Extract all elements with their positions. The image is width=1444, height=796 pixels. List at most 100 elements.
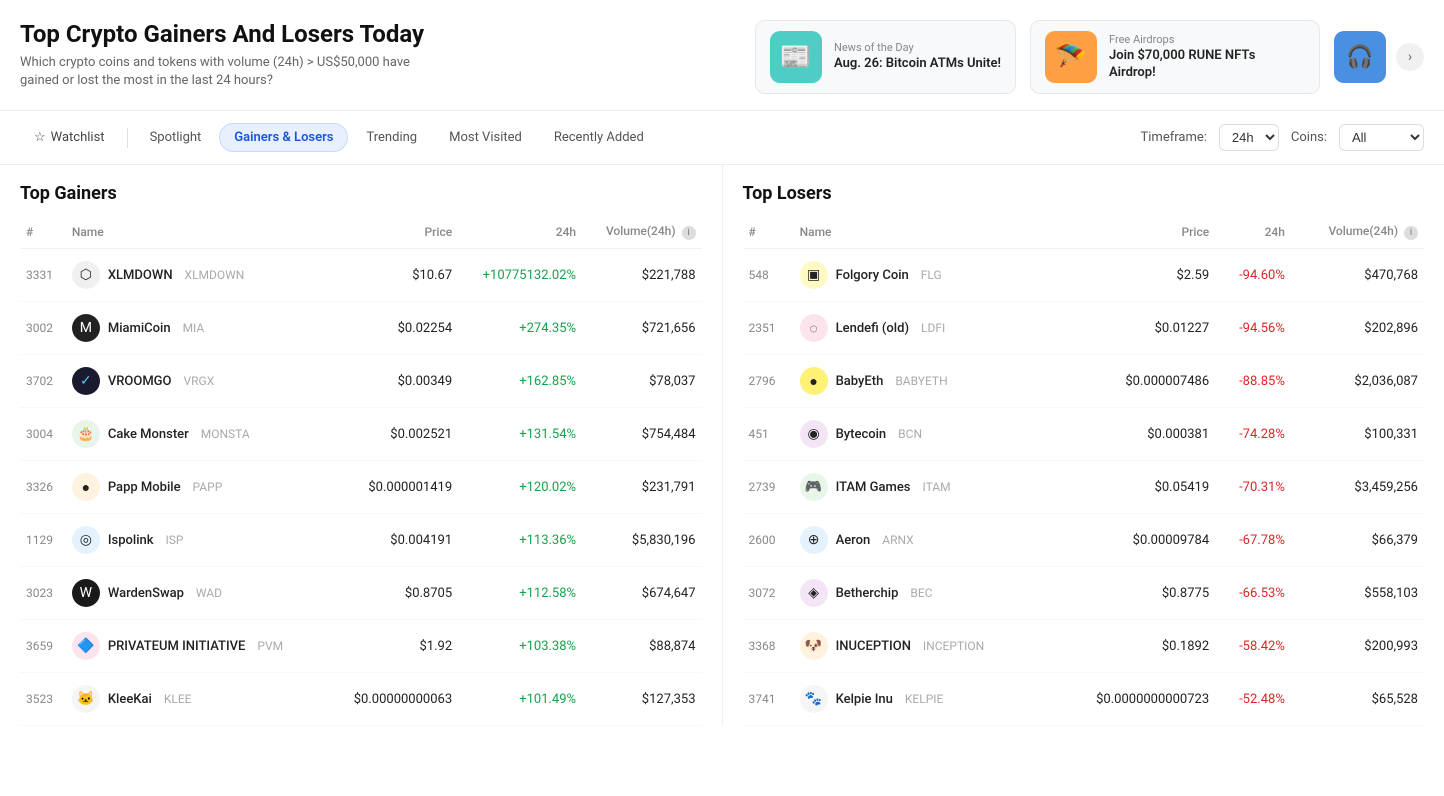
gainer-price-7: $1.92 bbox=[328, 620, 458, 673]
loser-price-6: $0.8775 bbox=[1051, 567, 1215, 620]
gainer-name-6: W WardenSwap WAD bbox=[66, 567, 329, 620]
loser-name-7: 🐶 INUCEPTION INCEPTION bbox=[794, 620, 1052, 673]
loser-symbol-6: BEC bbox=[910, 586, 932, 600]
gainers-row-2[interactable]: 3702 ✓ VROOMGO VRGX $0.00349 +162.85% $7… bbox=[20, 355, 702, 408]
gainer-rank-1: 3002 bbox=[20, 302, 66, 355]
news-card-2-title: Join $70,000 RUNE NFTs Airdrop! bbox=[1109, 48, 1305, 82]
news-card-1-label: News of the Day bbox=[834, 41, 1001, 54]
loser-volume-4: $3,459,256 bbox=[1291, 461, 1424, 514]
news-cards: 📰 News of the Day Aug. 26: Bitcoin ATMs … bbox=[755, 20, 1424, 94]
gainer-coinname-2: VROOMGO bbox=[108, 374, 172, 389]
loser-change-3: -74.28% bbox=[1215, 408, 1291, 461]
gainers-col-24h: 24h bbox=[458, 216, 582, 249]
gainer-rank-2: 3702 bbox=[20, 355, 66, 408]
gainer-symbol-1: MIA bbox=[183, 321, 205, 335]
loser-coinname-7: INUCEPTION bbox=[836, 639, 911, 654]
gainer-coinname-6: WardenSwap bbox=[108, 586, 184, 601]
tab-most-visited[interactable]: Most Visited bbox=[435, 124, 536, 151]
page-title: Top Crypto Gainers And Losers Today bbox=[20, 20, 735, 48]
loser-coinname-5: Aeron bbox=[836, 533, 871, 548]
header-section: Top Crypto Gainers And Losers Today Whic… bbox=[0, 0, 1444, 111]
gainer-symbol-7: PVM bbox=[257, 639, 283, 653]
gainer-rank-7: 3659 bbox=[20, 620, 66, 673]
loser-volume-3: $100,331 bbox=[1291, 408, 1424, 461]
loser-price-2: $0.000007486 bbox=[1051, 355, 1215, 408]
losers-row-6[interactable]: 3072 ◈ Betherchip BEC $0.8775 -66.53% $5… bbox=[743, 567, 1425, 620]
loser-change-6: -66.53% bbox=[1215, 567, 1291, 620]
gainer-coinname-7: PRIVATEUM INITIATIVE bbox=[108, 639, 246, 654]
gainer-icon-4: ● bbox=[72, 473, 100, 501]
gainers-row-3[interactable]: 3004 🎂 Cake Monster MONSTA $0.002521 +13… bbox=[20, 408, 702, 461]
losers-row-2[interactable]: 2796 ● BabyEth BABYETH $0.000007486 -88.… bbox=[743, 355, 1425, 408]
loser-volume-6: $558,103 bbox=[1291, 567, 1424, 620]
gainer-icon-7: 🔷 bbox=[72, 632, 100, 660]
news-card-1-text: News of the Day Aug. 26: Bitcoin ATMs Un… bbox=[834, 41, 1001, 73]
news-card-1[interactable]: 📰 News of the Day Aug. 26: Bitcoin ATMs … bbox=[755, 20, 1016, 94]
gainer-rank-5: 1129 bbox=[20, 514, 66, 567]
gainer-name-4: ● Papp Mobile PAPP bbox=[66, 461, 329, 514]
loser-symbol-7: INCEPTION bbox=[923, 639, 984, 653]
loser-icon-5: ⊕ bbox=[800, 526, 828, 554]
tabs-row: ☆ Watchlist Spotlight Gainers & Losers T… bbox=[0, 111, 1444, 165]
coins-select[interactable]: All Top 100 bbox=[1339, 124, 1424, 151]
gainers-row-6[interactable]: 3023 W WardenSwap WAD $0.8705 +112.58% $… bbox=[20, 567, 702, 620]
loser-icon-6: ◈ bbox=[800, 579, 828, 607]
gainer-name-0: ⬡ XLMDOWN XLMDOWN bbox=[66, 249, 329, 302]
losers-row-5[interactable]: 2600 ⊕ Aeron ARNX $0.00009784 -67.78% $6… bbox=[743, 514, 1425, 567]
losers-volume-info-icon[interactable]: i bbox=[1404, 226, 1418, 240]
gainers-row-0[interactable]: 3331 ⬡ XLMDOWN XLMDOWN $10.67 +10775132.… bbox=[20, 249, 702, 302]
news-card-2[interactable]: 🪂 Free Airdrops Join $70,000 RUNE NFTs A… bbox=[1030, 20, 1320, 94]
loser-rank-6: 3072 bbox=[743, 567, 794, 620]
loser-volume-5: $66,379 bbox=[1291, 514, 1424, 567]
timeframe-select[interactable]: 24h 7d 30d bbox=[1219, 124, 1279, 151]
gainers-row-7[interactable]: 3659 🔷 PRIVATEUM INITIATIVE PVM $1.92 +1… bbox=[20, 620, 702, 673]
loser-change-0: -94.60% bbox=[1215, 249, 1291, 302]
tab-watchlist[interactable]: ☆ Watchlist bbox=[20, 124, 119, 151]
gainers-row-1[interactable]: 3002 M MiamiCoin MIA $0.02254 +274.35% $… bbox=[20, 302, 702, 355]
gainers-row-8[interactable]: 3523 🐱 KleeKai KLEE $0.00000000063 +101.… bbox=[20, 673, 702, 726]
gainer-name-7: 🔷 PRIVATEUM INITIATIVE PVM bbox=[66, 620, 329, 673]
gainer-name-8: 🐱 KleeKai KLEE bbox=[66, 673, 329, 726]
timeframe-label: Timeframe: bbox=[1141, 130, 1207, 145]
losers-row-8[interactable]: 3741 🐾 Kelpie Inu KELPIE $0.000000000072… bbox=[743, 673, 1425, 726]
gainer-price-2: $0.00349 bbox=[328, 355, 458, 408]
loser-coinname-1: Lendefi (old) bbox=[836, 321, 909, 336]
gainer-change-0: +10775132.02% bbox=[458, 249, 582, 302]
gainer-rank-0: 3331 bbox=[20, 249, 66, 302]
gainer-icon-5: ◎ bbox=[72, 526, 100, 554]
gainers-row-5[interactable]: 1129 ◎ Ispolink ISP $0.004191 +113.36% $… bbox=[20, 514, 702, 567]
gainer-coinname-8: KleeKai bbox=[108, 692, 152, 707]
loser-price-7: $0.1892 bbox=[1051, 620, 1215, 673]
loser-volume-8: $65,528 bbox=[1291, 673, 1424, 726]
gainer-change-2: +162.85% bbox=[458, 355, 582, 408]
loser-rank-0: 548 bbox=[743, 249, 794, 302]
losers-row-0[interactable]: 548 ▣ Folgory Coin FLG $2.59 -94.60% $47… bbox=[743, 249, 1425, 302]
loser-name-2: ● BabyEth BABYETH bbox=[794, 355, 1052, 408]
losers-row-7[interactable]: 3368 🐶 INUCEPTION INCEPTION $0.1892 -58.… bbox=[743, 620, 1425, 673]
gainer-volume-8: $127,353 bbox=[582, 673, 701, 726]
loser-volume-7: $200,993 bbox=[1291, 620, 1424, 673]
gainer-icon-2: ✓ bbox=[72, 367, 100, 395]
loser-volume-1: $202,896 bbox=[1291, 302, 1424, 355]
tab-gainers-losers[interactable]: Gainers & Losers bbox=[219, 123, 348, 152]
tab-spotlight[interactable]: Spotlight bbox=[136, 124, 216, 151]
loser-price-8: $0.0000000000723 bbox=[1051, 673, 1215, 726]
nav-arrow-button[interactable]: › bbox=[1396, 43, 1424, 71]
losers-row-1[interactable]: 2351 ◌ Lendefi (old) LDFI $0.01227 -94.5… bbox=[743, 302, 1425, 355]
loser-icon-3: ◉ bbox=[800, 420, 828, 448]
gainer-price-0: $10.67 bbox=[328, 249, 458, 302]
tab-gainers-losers-label: Gainers & Losers bbox=[234, 130, 333, 145]
loser-change-1: -94.56% bbox=[1215, 302, 1291, 355]
tab-trending[interactable]: Trending bbox=[352, 124, 431, 151]
news-card-1-title: Aug. 26: Bitcoin ATMs Unite! bbox=[834, 56, 1001, 73]
gainer-volume-5: $5,830,196 bbox=[582, 514, 701, 567]
gainers-row-4[interactable]: 3326 ● Papp Mobile PAPP $0.000001419 +12… bbox=[20, 461, 702, 514]
gainers-volume-info-icon[interactable]: i bbox=[682, 226, 696, 240]
losers-row-4[interactable]: 2739 🎮 ITAM Games ITAM $0.05419 -70.31% … bbox=[743, 461, 1425, 514]
tab-recently-added[interactable]: Recently Added bbox=[540, 124, 658, 151]
losers-row-3[interactable]: 451 ◉ Bytecoin BCN $0.000381 -74.28% $10… bbox=[743, 408, 1425, 461]
gainer-change-8: +101.49% bbox=[458, 673, 582, 726]
gainer-price-6: $0.8705 bbox=[328, 567, 458, 620]
loser-price-0: $2.59 bbox=[1051, 249, 1215, 302]
loser-symbol-8: KELPIE bbox=[905, 692, 943, 706]
